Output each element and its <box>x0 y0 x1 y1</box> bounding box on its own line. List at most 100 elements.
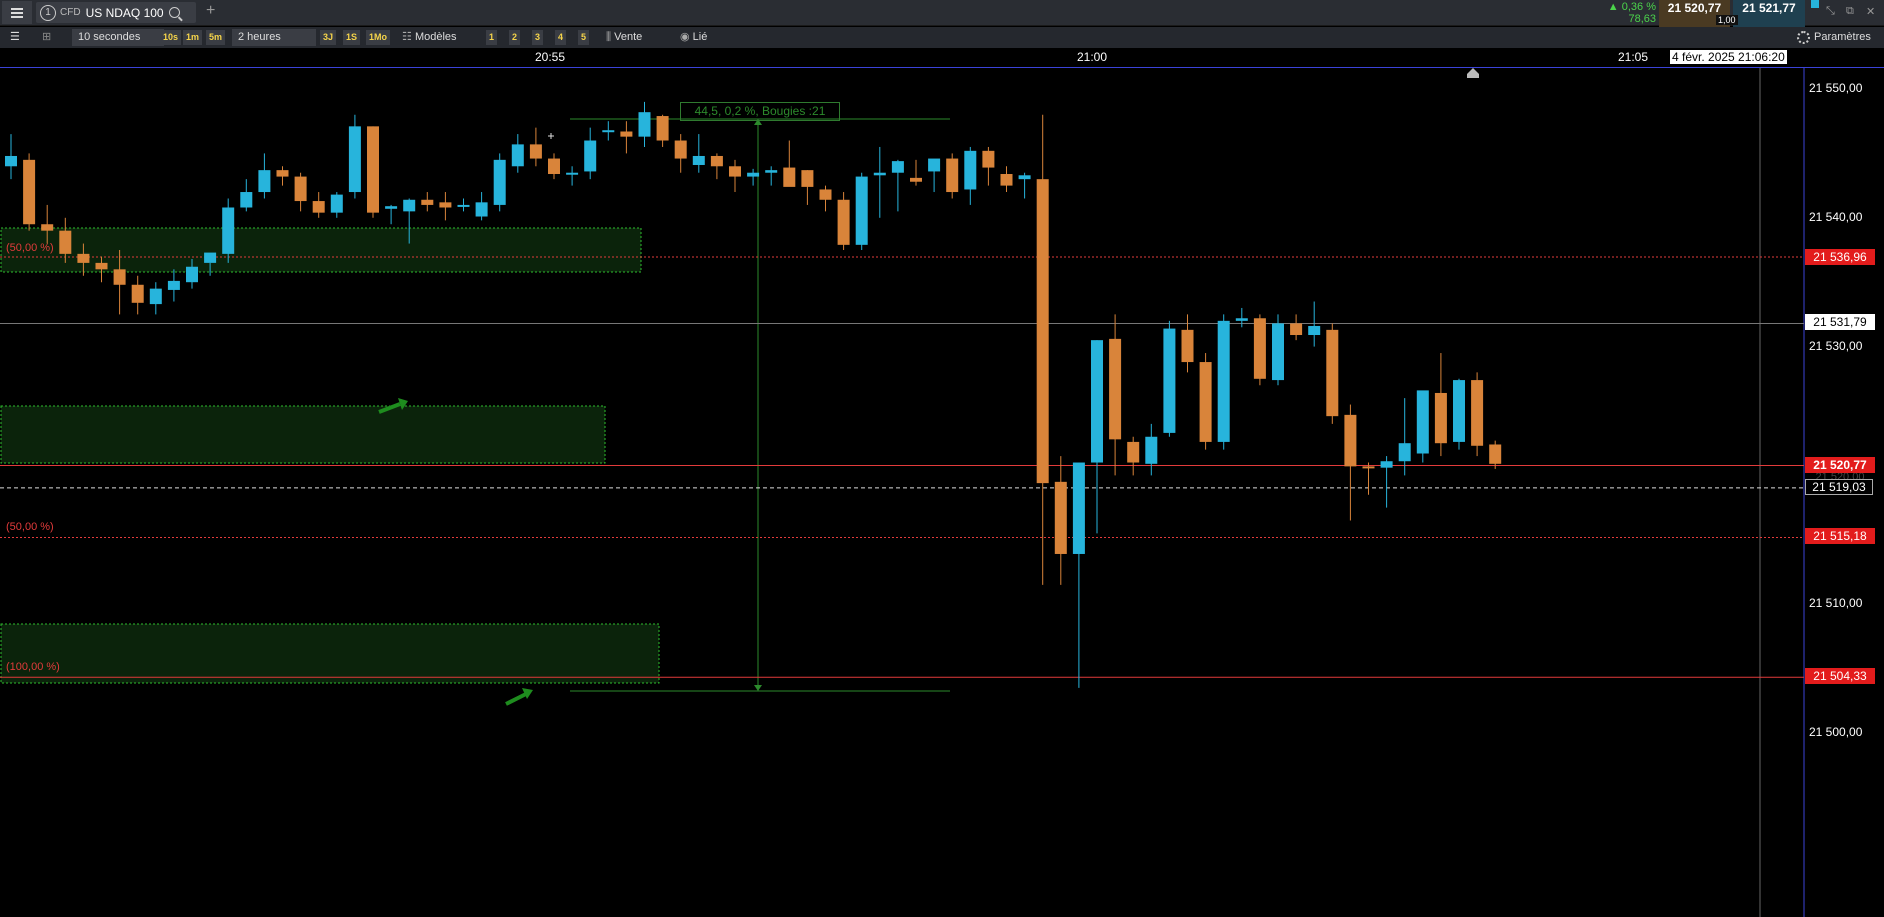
candle[interactable] <box>1489 440 1502 469</box>
candle[interactable] <box>348 114 361 199</box>
candle[interactable] <box>1380 456 1393 508</box>
candle[interactable] <box>783 140 796 187</box>
candle[interactable] <box>457 198 470 212</box>
arrow-annotation[interactable] <box>505 692 527 706</box>
quick-range-3j[interactable]: 3J <box>320 30 337 45</box>
candle[interactable] <box>1253 314 1266 386</box>
candle[interactable] <box>1471 372 1484 457</box>
candle[interactable] <box>529 127 542 167</box>
chart-canvas[interactable] <box>0 68 1884 917</box>
candle[interactable] <box>674 134 687 173</box>
candle[interactable] <box>566 166 579 186</box>
quick-range-1s[interactable]: 1S <box>343 30 361 45</box>
candle[interactable] <box>855 172 868 250</box>
interval-select[interactable]: 10 secondes <box>72 29 164 46</box>
candle[interactable] <box>1235 307 1248 328</box>
candle[interactable] <box>1326 323 1339 424</box>
candle[interactable] <box>1127 436 1140 476</box>
candle[interactable] <box>982 146 995 186</box>
template-slot-5[interactable]: 5 <box>578 30 590 45</box>
instrument-tab[interactable]: 1 CFD US NDAQ 100 <box>36 2 196 23</box>
quick-range-1mo[interactable]: 1Mo <box>366 30 390 45</box>
settings-button[interactable]: Paramètres <box>1797 27 1871 48</box>
quick-interval-5m[interactable]: 5m <box>206 30 226 45</box>
template-slot-4[interactable]: 4 <box>555 30 567 45</box>
candle[interactable] <box>1072 462 1085 688</box>
measure-label[interactable]: 44,5, 0,2 %, Bougies :21 <box>680 102 840 121</box>
candle[interactable] <box>1398 398 1411 476</box>
range-select[interactable]: 2 heures <box>232 29 316 46</box>
candle[interactable] <box>873 146 886 218</box>
candle[interactable] <box>891 159 904 212</box>
candle[interactable] <box>1434 353 1447 457</box>
candle[interactable] <box>23 153 36 231</box>
candle[interactable] <box>1453 378 1465 450</box>
candle[interactable] <box>710 153 723 180</box>
menu-icon[interactable] <box>2 1 32 24</box>
candle[interactable] <box>1362 462 1375 495</box>
candle[interactable] <box>837 192 850 250</box>
candle[interactable] <box>765 166 778 186</box>
candle[interactable] <box>1272 314 1284 386</box>
candle[interactable] <box>1145 423 1158 476</box>
candle[interactable] <box>511 134 524 173</box>
price-chart[interactable]: (50,00 %) (50,00 %) (100,00 %) 44,5, 0,2… <box>0 68 1884 917</box>
candle[interactable] <box>801 170 814 205</box>
candle[interactable] <box>5 134 17 180</box>
candle[interactable] <box>222 198 235 263</box>
candle[interactable] <box>1109 314 1122 476</box>
candle[interactable] <box>258 153 271 199</box>
templates-button[interactable]: ☷ Modèles <box>402 27 457 48</box>
candle[interactable] <box>1290 314 1303 341</box>
link-button[interactable]: ◉ Lié <box>680 27 707 48</box>
candle[interactable] <box>330 192 343 218</box>
candle[interactable] <box>1217 314 1230 450</box>
list-view-icon[interactable]: ☰ <box>10 27 20 48</box>
detach-icon[interactable]: ⧉ <box>1846 5 1854 18</box>
candle[interactable] <box>493 153 506 212</box>
quick-interval-10s[interactable]: 10s <box>160 30 182 45</box>
candle[interactable] <box>747 168 760 186</box>
candle[interactable] <box>1416 390 1429 463</box>
candle[interactable] <box>1199 353 1212 450</box>
candle[interactable] <box>928 158 941 193</box>
add-tab-button[interactable]: + <box>206 2 215 20</box>
template-slot-1[interactable]: 1 <box>486 30 498 45</box>
candle[interactable] <box>1344 404 1357 521</box>
candle[interactable] <box>385 204 398 225</box>
demand-zone-middle[interactable] <box>0 405 606 464</box>
candle[interactable] <box>1308 301 1321 347</box>
template-slot-3[interactable]: 3 <box>532 30 544 45</box>
candle[interactable] <box>638 101 651 147</box>
candle[interactable] <box>1018 172 1031 199</box>
candle[interactable] <box>240 179 253 212</box>
search-icon[interactable] <box>168 7 180 18</box>
candle[interactable] <box>276 166 289 186</box>
close-icon[interactable]: ✕ <box>1866 5 1875 18</box>
candle[interactable] <box>1000 166 1013 193</box>
quick-interval-1m[interactable]: 1m <box>183 30 203 45</box>
candle[interactable] <box>964 146 977 205</box>
candle[interactable] <box>692 134 705 173</box>
candle[interactable] <box>367 126 379 218</box>
candle[interactable] <box>548 153 560 180</box>
candle[interactable] <box>602 121 615 141</box>
candle[interactable] <box>149 282 162 315</box>
candle[interactable] <box>729 159 741 193</box>
layout-icon[interactable]: ⊞ <box>42 27 51 48</box>
candle[interactable] <box>620 121 633 154</box>
candle[interactable] <box>439 192 452 221</box>
candle[interactable] <box>910 159 922 186</box>
candle[interactable] <box>819 185 832 212</box>
buy-price-button[interactable]: 21 521,77 <box>1733 0 1805 27</box>
candle[interactable] <box>1091 340 1103 534</box>
scroll-marker-icon[interactable] <box>1467 68 1479 78</box>
minimize-icon[interactable]: ⤡ <box>1826 5 1835 18</box>
candle[interactable] <box>584 127 597 180</box>
candle[interactable] <box>475 192 488 221</box>
candle[interactable] <box>167 269 180 302</box>
candle[interactable] <box>656 114 669 147</box>
candle[interactable] <box>131 275 144 315</box>
candle[interactable] <box>1163 320 1176 437</box>
candle[interactable] <box>312 192 325 218</box>
